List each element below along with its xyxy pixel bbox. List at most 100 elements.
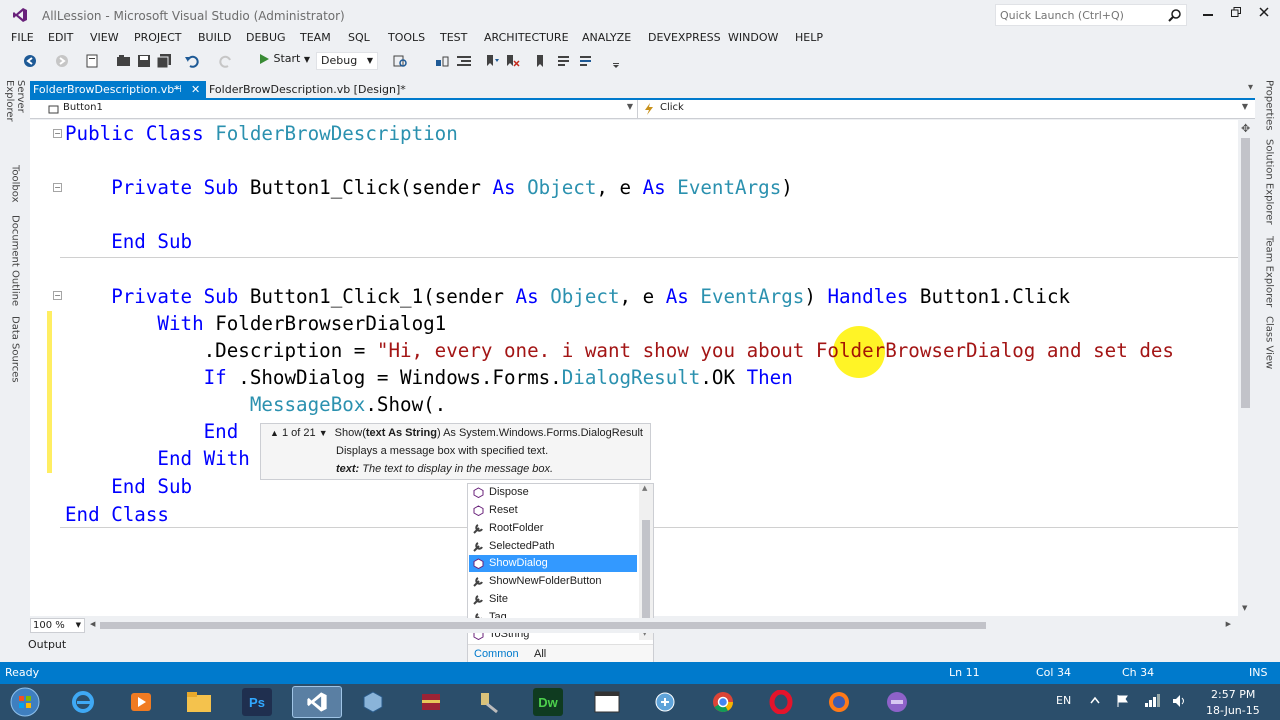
network-status-icon[interactable]: [1144, 694, 1160, 708]
language-indicator[interactable]: EN: [1056, 694, 1071, 707]
output-window-tab[interactable]: Output: [28, 638, 66, 651]
outline-collapse-icon[interactable]: −: [53, 291, 62, 300]
pin-icon[interactable]: ⊣: [173, 81, 182, 99]
photoshop-icon[interactable]: Ps: [242, 688, 272, 716]
tab-folderbrowdescription-design[interactable]: FolderBrowDescription.vb [Design]*: [209, 81, 406, 100]
list-item[interactable]: Site: [469, 591, 637, 608]
editor-horizontal-scroll-thumb[interactable]: [100, 622, 986, 629]
previous-overload-icon[interactable]: ▲: [270, 428, 279, 438]
clock-date[interactable]: 18-Jun-15: [1206, 704, 1260, 717]
comment-icon[interactable]: [556, 53, 572, 69]
list-item[interactable]: RootFolder: [469, 520, 637, 537]
indent-icon[interactable]: [456, 53, 472, 69]
document-outline-tab[interactable]: Document Outline: [0, 212, 30, 310]
next-overload-icon[interactable]: ▼: [319, 428, 328, 438]
winrar-icon[interactable]: [416, 688, 446, 716]
network-icon[interactable]: [650, 688, 680, 716]
undo-icon[interactable]: [184, 53, 200, 69]
clock-time[interactable]: 2:57 PM: [1211, 688, 1255, 701]
method-name-select[interactable]: Click ▼: [640, 100, 1252, 119]
volume-icon[interactable]: [1172, 694, 1188, 708]
close-icon[interactable]: ✕: [191, 81, 200, 99]
bookmark-prev-icon[interactable]: [484, 53, 500, 69]
tab-common[interactable]: Common: [474, 648, 519, 660]
menu-devexpress[interactable]: DEVEXPRESS: [648, 31, 721, 44]
menu-debug[interactable]: DEBUG: [246, 31, 286, 44]
completion-scroll-thumb[interactable]: [642, 520, 650, 620]
scroll-left-icon[interactable]: ◀: [90, 620, 95, 628]
menu-architecture[interactable]: ARCHITECTURE: [484, 31, 569, 44]
list-item-selected[interactable]: ShowDialog: [469, 555, 637, 572]
menu-team[interactable]: TEAM: [300, 31, 331, 44]
toolbar-overflow-icon[interactable]: [608, 53, 624, 69]
find-in-files-icon[interactable]: [392, 53, 408, 69]
list-item[interactable]: Reset: [469, 502, 637, 519]
save-all-icon[interactable]: [156, 53, 172, 69]
virtualbox-icon[interactable]: [358, 688, 388, 716]
restore-button[interactable]: [1222, 4, 1250, 24]
outline-collapse-icon[interactable]: −: [53, 129, 62, 138]
outline-collapse-icon[interactable]: −: [53, 183, 62, 192]
toolbox-tab[interactable]: Toolbox: [0, 160, 30, 208]
file-explorer-icon[interactable]: [184, 688, 214, 716]
tray-expand-icon[interactable]: [1090, 696, 1100, 704]
tab-list-dropdown-icon[interactable]: ▾: [1248, 82, 1253, 93]
list-item[interactable]: ShowNewFolderButton: [469, 573, 637, 590]
scroll-up-icon[interactable]: ▲: [642, 484, 647, 492]
media-player-icon[interactable]: [126, 688, 156, 716]
solution-explorer-tab[interactable]: Solution Explorer: [1258, 136, 1280, 228]
list-item[interactable]: SelectedPath: [469, 538, 637, 555]
menu-build[interactable]: BUILD: [198, 31, 231, 44]
tab-folderbrowdescription-code[interactable]: FolderBrowDescription.vb* ⊣ ✕: [30, 81, 206, 100]
menu-file[interactable]: FILE: [11, 31, 34, 44]
menu-analyze[interactable]: ANALYZE: [582, 31, 631, 44]
chrome-icon[interactable]: [708, 688, 738, 716]
menu-project[interactable]: PROJECT: [134, 31, 182, 44]
menu-view[interactable]: VIEW: [90, 31, 119, 44]
redo-icon[interactable]: [218, 53, 234, 69]
menu-test[interactable]: TEST: [440, 31, 467, 44]
minimize-button[interactable]: [1194, 4, 1222, 24]
back-icon[interactable]: [22, 53, 38, 69]
bookmark-icon[interactable]: [532, 53, 548, 69]
list-item[interactable]: Dispose: [469, 484, 637, 501]
completion-scrollbar[interactable]: ▲ ▼: [639, 484, 653, 640]
menu-window[interactable]: WINDOW: [728, 31, 778, 44]
properties-tab[interactable]: Properties: [1258, 78, 1280, 132]
tools-icon[interactable]: [474, 688, 504, 716]
visual-studio-icon[interactable]: [292, 686, 342, 718]
start-orb-icon[interactable]: [8, 686, 42, 718]
start-debugging-button[interactable]: Start ▼: [258, 52, 310, 70]
class-name-select[interactable]: Button1 ▼: [30, 100, 638, 119]
intellisense-completion-list[interactable]: Dispose Reset RootFolder SelectedPath Sh…: [467, 483, 654, 665]
zoom-level-select[interactable]: 100 % ▼: [30, 618, 85, 633]
menu-tools[interactable]: TOOLS: [388, 31, 425, 44]
new-project-icon[interactable]: [84, 53, 100, 69]
opera-icon[interactable]: [766, 688, 796, 716]
search-icon[interactable]: [1168, 8, 1182, 22]
open-file-icon[interactable]: [116, 53, 132, 69]
team-explorer-tab[interactable]: Team Explorer: [1258, 232, 1280, 312]
scroll-down-icon[interactable]: ▼: [1242, 604, 1247, 612]
server-explorer-tab[interactable]: Server Explorer: [0, 80, 30, 156]
close-button[interactable]: [1250, 4, 1278, 24]
tab-all[interactable]: All: [534, 648, 546, 660]
editor-vertical-scroll-thumb[interactable]: [1241, 138, 1250, 408]
window-icon[interactable]: [592, 688, 622, 716]
solution-configuration-select[interactable]: Debug ▼: [316, 52, 378, 70]
forward-icon[interactable]: [54, 53, 70, 69]
split-icon[interactable]: ✥: [1241, 122, 1250, 135]
action-center-flag-icon[interactable]: [1116, 694, 1130, 708]
menu-help[interactable]: HELP: [795, 31, 823, 44]
scroll-right-icon[interactable]: ▶: [1226, 620, 1231, 628]
firefox-icon[interactable]: [824, 688, 854, 716]
vs-purple-icon[interactable]: [882, 688, 912, 716]
dreamweaver-icon[interactable]: Dw: [533, 688, 563, 716]
menu-edit[interactable]: EDIT: [48, 31, 73, 44]
navigate-icon[interactable]: [434, 53, 450, 69]
uncomment-icon[interactable]: [578, 53, 594, 69]
save-icon[interactable]: [136, 53, 152, 69]
bookmark-clear-icon[interactable]: [504, 53, 520, 69]
quick-launch-input[interactable]: [996, 5, 1161, 25]
class-view-tab[interactable]: Class View: [1258, 316, 1280, 370]
